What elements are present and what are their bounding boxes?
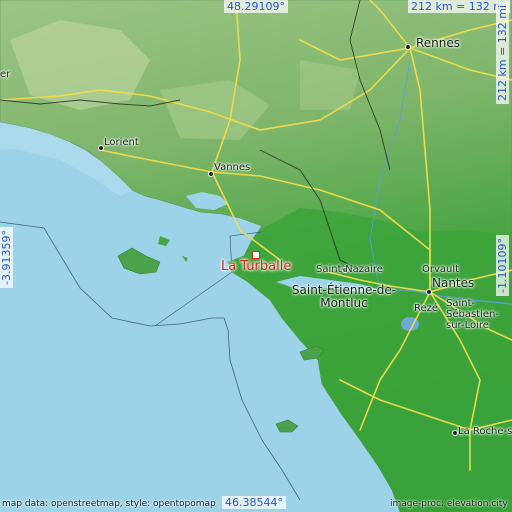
city-label-saint-sebastien: Saint-Sébastien-sur-Loire [446, 298, 499, 331]
city-label-saint-nazaire: Saint-Nazaire [316, 264, 383, 275]
highlight-place-label[interactable]: La Turballe [221, 260, 291, 273]
city-label-orvault: Orvault [422, 264, 460, 275]
city-label-vannes: Vannes [214, 162, 251, 173]
attribution-left: map data: openstreetmap, style: opentopo… [2, 499, 216, 509]
map-view[interactable]: 48.29109° 46.38544° -3.91359° -1.10109° … [0, 0, 512, 512]
west-coordinate: -3.91359° [0, 227, 13, 288]
city-label-rennes: Rennes [416, 36, 461, 50]
north-coordinate: 48.29109° [224, 0, 288, 13]
city-label-nantes: Nantes [432, 276, 475, 290]
scale-label-top: 212 km = 132 mi [408, 0, 511, 13]
attribution-right: image-proc: elevation.city [390, 499, 508, 509]
south-coordinate: 46.38544° [222, 496, 286, 509]
city-label-edge-west: er [0, 69, 11, 80]
city-label-saint-etienne: Saint-Étienne-de-Montluc [291, 283, 397, 310]
rennes-marker [405, 44, 411, 50]
city-label-reze: Rezé [414, 303, 439, 314]
scale-label-right: 212 km = 132 mi [496, 1, 509, 104]
city-label-la-roche: La Roche-sur [458, 426, 512, 437]
la-turballe-marker[interactable] [252, 251, 260, 259]
city-label-lorient: Lorient [104, 137, 139, 148]
east-coordinate: -1.10109° [496, 235, 509, 296]
